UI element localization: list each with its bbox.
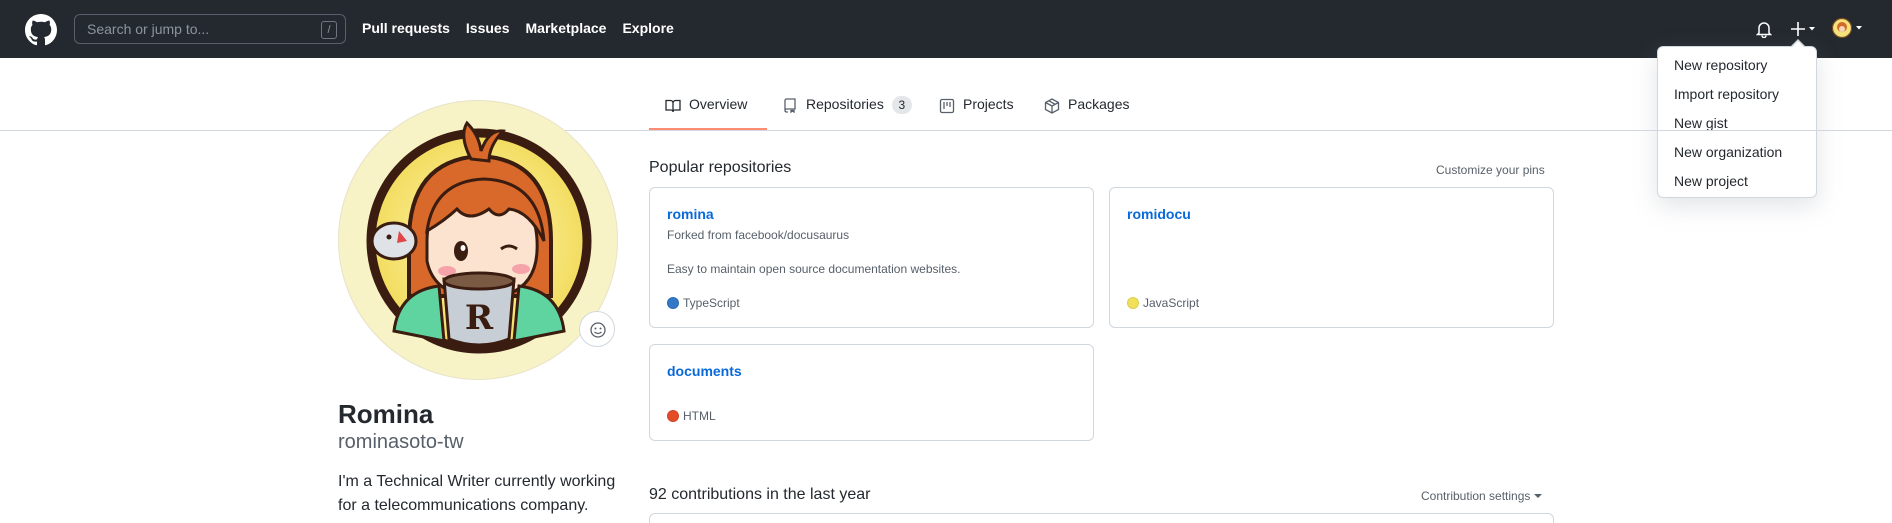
top-header: Search or jump to... / Pull requests Iss…: [0, 0, 1892, 58]
tab-projects[interactable]: Projects: [939, 96, 1014, 130]
popular-repositories-title: Popular repositories: [649, 159, 792, 176]
create-new-button[interactable]: [1790, 18, 1818, 40]
tab-repositories-label: Repositories: [806, 96, 884, 112]
repo-link-romina[interactable]: romina: [667, 206, 714, 222]
language-color-dot: [667, 297, 679, 309]
menu-new-project[interactable]: New project: [1674, 173, 1748, 189]
tabs-divider: [0, 130, 1892, 131]
repo-card-romina: romina Forked from facebook/docusaurus E…: [649, 187, 1094, 328]
tab-packages[interactable]: Packages: [1044, 96, 1129, 130]
menu-new-repository[interactable]: New repository: [1674, 57, 1767, 73]
caret-down-icon: [1534, 494, 1543, 498]
profile-avatar[interactable]: R: [338, 100, 618, 380]
tab-projects-label: Projects: [963, 96, 1014, 112]
tab-repositories[interactable]: Repositories 3: [782, 96, 912, 130]
search-placeholder: Search or jump to...: [87, 21, 210, 37]
contribution-settings-dropdown[interactable]: Contribution settings: [1421, 489, 1543, 503]
repo-link-romidocu[interactable]: romidocu: [1127, 206, 1191, 222]
repo-language: HTML: [667, 409, 716, 423]
profile-name: Romina: [338, 399, 434, 429]
profile-login: rominasoto-tw: [338, 431, 464, 453]
dropdown-caret-inner: [1792, 41, 1804, 47]
repo-description: Easy to maintain open source documentati…: [667, 262, 961, 276]
repo-fork-info: Forked from facebook/docusaurus: [667, 228, 850, 242]
svg-text:R: R: [465, 298, 494, 338]
profile-bio: I'm a Technical Writer currently working…: [338, 470, 628, 518]
menu-new-organization[interactable]: New organization: [1674, 144, 1782, 160]
contributions-title: 92 contributions in the last year: [649, 486, 871, 503]
profile-bio-line-2: for a telecommunications company.: [338, 497, 589, 514]
package-icon: [1044, 98, 1060, 114]
nav-marketplace[interactable]: Marketplace: [526, 20, 607, 36]
repo-language: JavaScript: [1127, 296, 1199, 310]
github-logo-icon[interactable]: [25, 14, 57, 46]
tab-overview[interactable]: Overview: [649, 96, 767, 130]
nav-explore[interactable]: Explore: [622, 20, 673, 36]
language-color-dot: [667, 410, 679, 422]
project-icon: [939, 98, 955, 114]
tab-packages-label: Packages: [1068, 96, 1130, 112]
create-new-dropdown: New repository Import repository New gis…: [1657, 46, 1817, 198]
profile-avatar-illustration: R: [366, 120, 592, 354]
search-input[interactable]: Search or jump to... /: [74, 14, 346, 44]
repo-card-documents: documents HTML: [649, 344, 1094, 441]
bell-icon[interactable]: [1756, 20, 1772, 38]
smiley-icon: [590, 322, 606, 338]
menu-new-gist[interactable]: New gist: [1674, 115, 1728, 131]
nav-pull-requests[interactable]: Pull requests: [362, 20, 450, 36]
contribution-graph-box: [649, 513, 1554, 523]
search-shortcut-key: /: [321, 21, 337, 39]
repo-link-documents[interactable]: documents: [667, 363, 742, 379]
repo-icon: [784, 98, 796, 114]
contribution-settings-label: Contribution settings: [1421, 489, 1531, 503]
nav-issues[interactable]: Issues: [466, 20, 510, 36]
user-menu-button[interactable]: [1832, 17, 1866, 39]
repositories-count-badge: 3: [891, 96, 912, 114]
header-nav: Pull requests Issues Marketplace Explore: [362, 20, 674, 36]
book-icon: [665, 99, 681, 113]
repo-language-label: TypeScript: [683, 296, 740, 310]
menu-import-repository[interactable]: Import repository: [1674, 86, 1779, 102]
language-color-dot: [1127, 297, 1139, 309]
repo-card-romidocu: romidocu JavaScript: [1109, 187, 1554, 328]
customize-pins-link[interactable]: Customize your pins: [1436, 163, 1545, 177]
repo-language: TypeScript: [667, 296, 740, 310]
profile-bio-line-1: I'm a Technical Writer currently working: [338, 473, 616, 490]
repo-language-label: HTML: [683, 409, 716, 423]
set-status-button[interactable]: [579, 311, 615, 347]
tab-overview-label: Overview: [689, 96, 748, 112]
repo-language-label: JavaScript: [1143, 296, 1200, 310]
